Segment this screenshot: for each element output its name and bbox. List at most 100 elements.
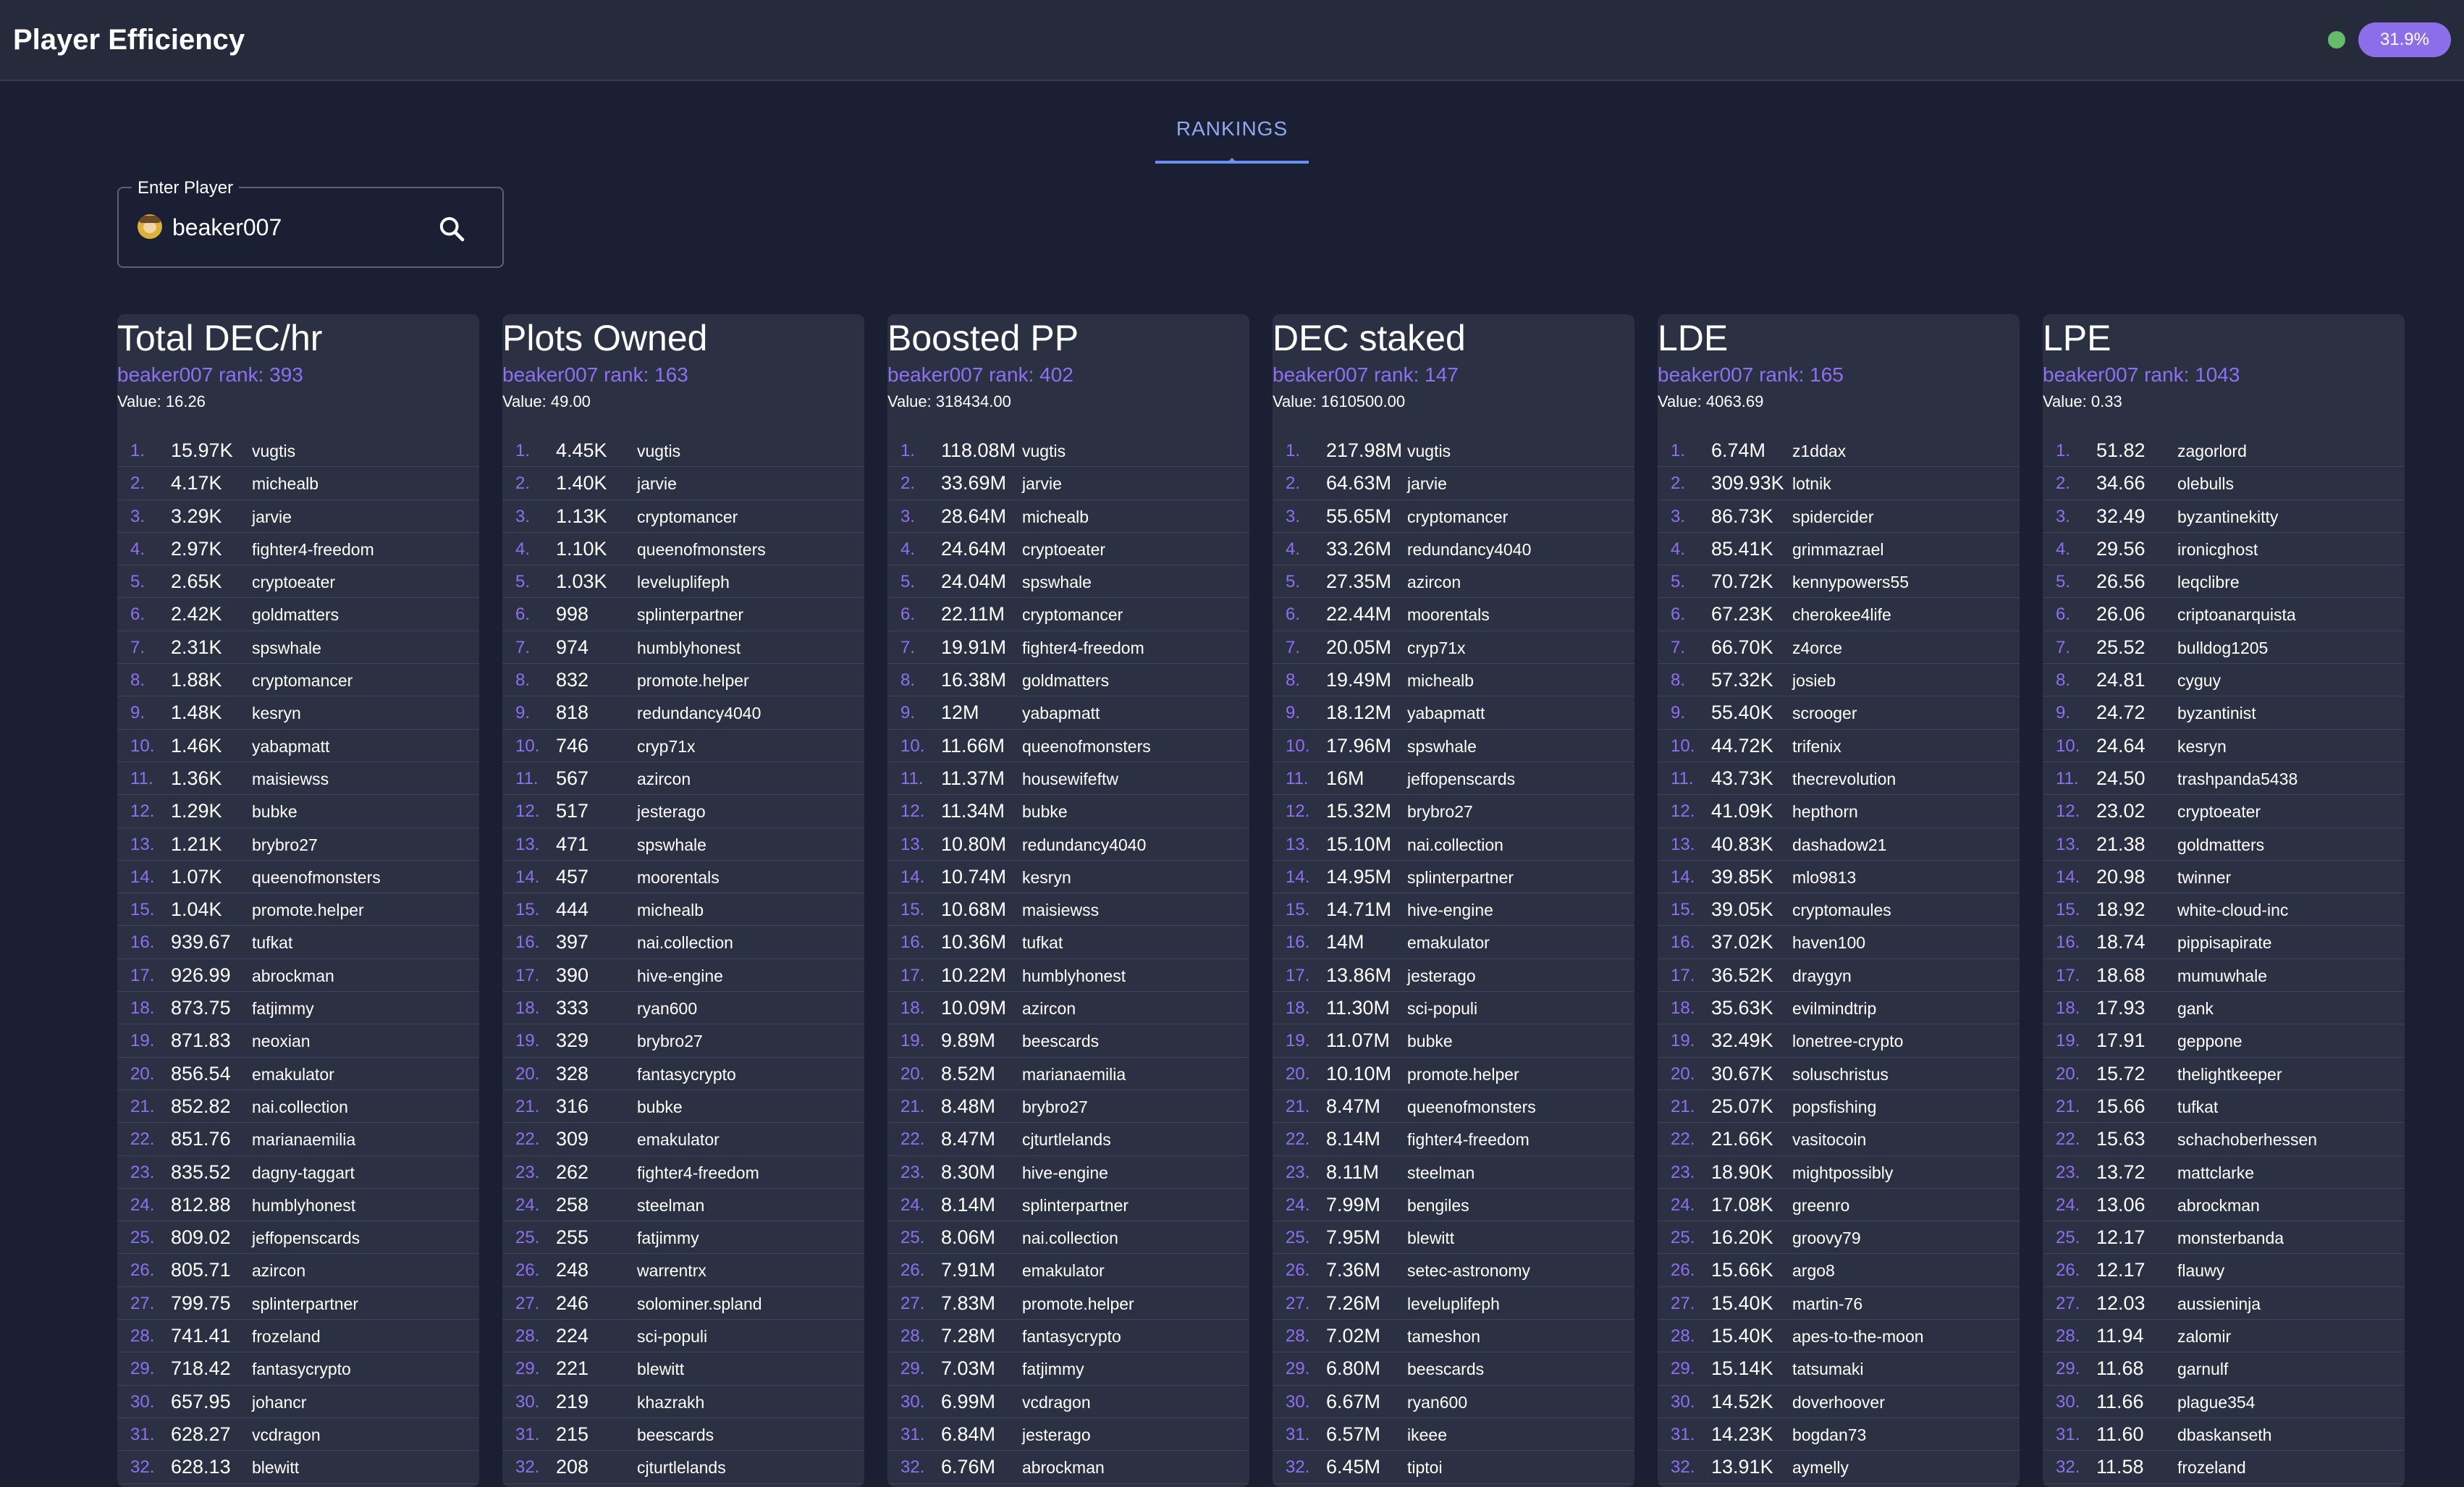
table-row[interactable]: 4. 29.56 ironicghost [2043,533,2405,566]
row-player-name[interactable]: nai.collection [1022,1229,1118,1248]
table-row[interactable]: 31. 14.23K bogdan73 [1658,1418,2020,1452]
table-row[interactable]: 15. 39.05K cryptomaules [1658,893,2020,927]
table-row[interactable]: 7. 2.31K spswhale [117,631,479,665]
table-row[interactable]: 27. 799.75 splinterpartner [117,1287,479,1320]
table-row[interactable]: 29. 718.42 fantasycrypto [117,1352,479,1386]
table-row[interactable]: 28. 741.41 frozeland [117,1320,479,1353]
table-row[interactable]: 28. 7.28M fantasycrypto [887,1320,1249,1353]
row-player-name[interactable]: byzantinekitty [2177,507,2278,527]
table-row[interactable]: 1. 118.08M vugtis [887,434,1249,468]
table-row[interactable]: 29. 221 blewitt [502,1352,864,1386]
table-row[interactable]: 24. 13.06 abrockman [2043,1189,2405,1222]
row-player-name[interactable]: kesryn [2177,737,2227,757]
table-row[interactable]: 22. 8.47M cjturtlelands [887,1123,1249,1156]
row-player-name[interactable]: michealb [1022,507,1089,527]
row-player-name[interactable]: thecrevolution [1792,770,1896,789]
row-player-name[interactable]: z4orce [1792,639,1842,658]
row-player-name[interactable]: kesryn [252,704,301,723]
table-row[interactable]: 12. 41.09K hepthorn [1658,795,2020,828]
table-row[interactable]: 24. 258 steelman [502,1189,864,1222]
table-row[interactable]: 17. 390 hive-engine [502,959,864,993]
row-player-name[interactable]: bubke [1022,802,1068,822]
row-player-name[interactable]: ryan600 [637,999,697,1019]
row-player-name[interactable]: cryptomancer [1022,605,1123,625]
row-player-name[interactable]: sci-populi [637,1327,707,1347]
row-player-name[interactable]: josieb [1792,671,1836,691]
table-row[interactable]: 11. 43.73K thecrevolution [1658,762,2020,796]
row-player-name[interactable]: pippisapirate [2177,933,2271,953]
table-row[interactable]: 25. 255 fatjimmy [502,1221,864,1255]
row-player-name[interactable]: fighter4-freedom [1022,639,1144,658]
table-row[interactable]: 32. 13.91K aymelly [1658,1451,2020,1484]
table-row[interactable]: 25. 12.17 monsterbanda [2043,1221,2405,1255]
row-player-name[interactable]: mlo9813 [1792,868,1856,888]
table-row[interactable]: 17. 18.68 mumuwhale [2043,959,2405,993]
row-player-name[interactable]: splinterpartner [252,1294,358,1314]
row-player-name[interactable]: spswhale [1022,573,1092,592]
table-row[interactable]: 13. 10.80M redundancy4040 [887,828,1249,861]
table-row[interactable]: 7. 66.70K z4orce [1658,631,2020,665]
table-row[interactable]: 1. 51.82 zagorlord [2043,434,2405,468]
table-row[interactable]: 23. 8.30M hive-engine [887,1156,1249,1189]
table-row[interactable]: 3. 32.49 byzantinekitty [2043,500,2405,533]
row-player-name[interactable]: cryptoeater [1022,540,1105,560]
row-player-name[interactable]: michealb [252,474,318,494]
row-player-name[interactable]: maisiewss [1022,901,1099,920]
row-player-name[interactable]: cherokee4life [1792,605,1891,625]
table-row[interactable]: 23. 262 fighter4-freedom [502,1156,864,1189]
row-player-name[interactable]: cryp71x [637,737,696,757]
table-row[interactable]: 6. 998 splinterpartner [502,598,864,631]
row-player-name[interactable]: cryptomancer [252,671,353,691]
row-player-name[interactable]: jeffopenscards [1407,770,1515,789]
row-player-name[interactable]: ikeee [1407,1425,1447,1445]
row-player-name[interactable]: kennypowers55 [1792,573,1909,592]
row-player-name[interactable]: cryptomaules [1792,901,1891,920]
row-player-name[interactable]: beescards [1022,1032,1099,1051]
table-row[interactable]: 8. 19.49M michealb [1273,664,1634,697]
row-player-name[interactable]: yabapmatt [1407,704,1485,723]
row-player-name[interactable]: splinterpartner [1407,868,1514,888]
row-player-name[interactable]: vugtis [637,442,680,461]
row-player-name[interactable]: fantasycrypto [1022,1327,1121,1347]
table-row[interactable]: 15. 14.71M hive-engine [1273,893,1634,927]
row-player-name[interactable]: white-cloud-inc [2177,901,2288,920]
table-row[interactable]: 24. 7.99M bengiles [1273,1189,1634,1222]
table-row[interactable]: 31. 628.27 vcdragon [117,1418,479,1452]
row-player-name[interactable]: hive-engine [1407,901,1493,920]
table-row[interactable]: 19. 329 brybro27 [502,1024,864,1058]
row-player-name[interactable]: brybro27 [252,835,318,855]
row-player-name[interactable]: bengiles [1407,1196,1469,1216]
player-input[interactable] [172,208,418,246]
table-row[interactable]: 3. 86.73K spidercider [1658,500,2020,533]
table-row[interactable]: 16. 14M emakulator [1273,926,1634,959]
table-row[interactable]: 17. 36.52K draygyn [1658,959,2020,993]
row-player-name[interactable]: splinterpartner [637,605,743,625]
row-player-name[interactable]: mightpossibly [1792,1163,1893,1183]
table-row[interactable]: 10. 11.66M queenofmonsters [887,730,1249,762]
table-row[interactable]: 31. 6.84M jesterago [887,1418,1249,1452]
row-player-name[interactable]: setec-astronomy [1407,1261,1530,1281]
table-row[interactable]: 2. 309.93K lotnik [1658,467,2020,500]
row-player-name[interactable]: marianaemilia [252,1130,355,1150]
table-row[interactable]: 17. 10.22M humblyhonest [887,959,1249,993]
table-row[interactable]: 10. 746 cryp71x [502,730,864,762]
row-player-name[interactable]: queenofmonsters [637,540,766,560]
row-player-name[interactable]: geppone [2177,1032,2243,1051]
row-player-name[interactable]: blewitt [252,1458,299,1478]
row-player-name[interactable]: bulldog1205 [2177,639,2268,658]
table-row[interactable]: 4. 2.97K fighter4-freedom [117,533,479,566]
row-player-name[interactable]: azircon [252,1261,305,1281]
table-row[interactable]: 22. 309 emakulator [502,1123,864,1156]
row-player-name[interactable]: cryptoeater [2177,802,2261,822]
row-player-name[interactable]: tatsumaki [1792,1360,1863,1379]
row-player-name[interactable]: brybro27 [1407,802,1473,822]
row-player-name[interactable]: goldmatters [252,605,339,625]
row-player-name[interactable]: monsterbanda [2177,1229,2284,1248]
row-player-name[interactable]: garnulf [2177,1360,2228,1379]
row-player-name[interactable]: aymelly [1792,1458,1849,1478]
table-row[interactable]: 1. 4.45K vugtis [502,434,864,468]
table-row[interactable]: 13. 471 spswhale [502,828,864,861]
table-row[interactable]: 9. 24.72 byzantinist [2043,696,2405,730]
table-row[interactable]: 18. 17.93 gank [2043,992,2405,1025]
table-row[interactable]: 32. 6.45M tiptoi [1273,1451,1634,1484]
